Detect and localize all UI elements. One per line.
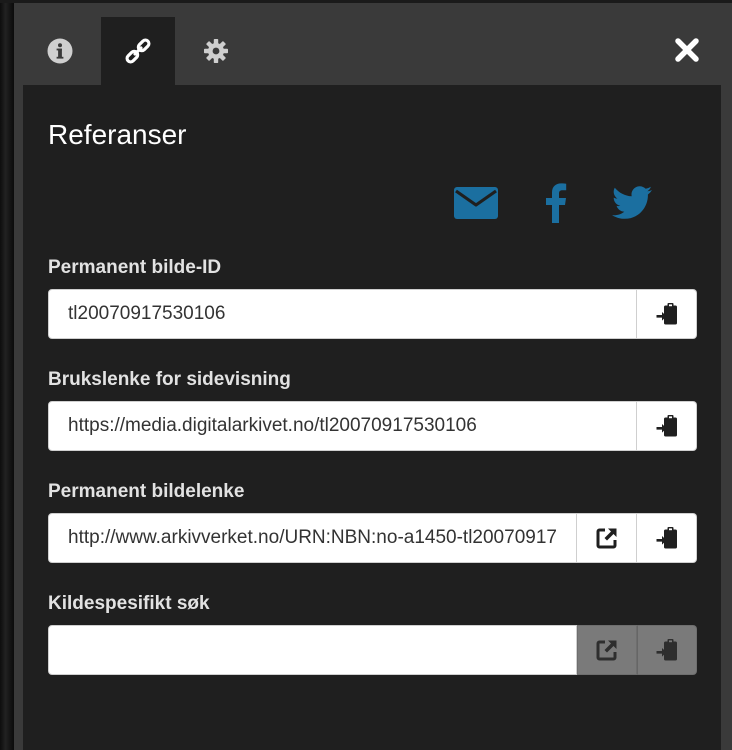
field-label-source-search: Kildespesifikt søk <box>48 593 210 614</box>
tab-references[interactable] <box>101 17 175 85</box>
image-id-group <box>48 289 697 339</box>
source-search-group <box>48 625 697 675</box>
copy-page-view-link-button[interactable] <box>637 401 697 451</box>
share-email-button[interactable] <box>453 183 499 223</box>
clipboard-paste-icon <box>656 527 677 549</box>
clipboard-paste-icon <box>656 415 677 437</box>
page-view-link-input[interactable] <box>48 401 637 451</box>
copy-source-search-button[interactable] <box>637 625 697 675</box>
share-facebook-button[interactable] <box>541 183 571 223</box>
field-label-image-id: Permanent bilde-ID <box>48 257 222 278</box>
tab-bar <box>14 3 732 85</box>
background-image-edge <box>0 0 14 750</box>
field-label-permanent-image-link: Permanent bildelenke <box>48 481 245 502</box>
open-permanent-image-link-button[interactable] <box>577 513 637 563</box>
permanent-image-link-input[interactable] <box>48 513 577 563</box>
facebook-icon <box>546 183 567 223</box>
references-content: Referanser Permanent bilde-ID tl20070917… <box>23 85 721 750</box>
external-link-icon <box>596 640 617 661</box>
image-id-input[interactable] <box>48 289 637 339</box>
clipboard-paste-icon <box>656 639 677 661</box>
page-title: Referanser <box>48 119 187 150</box>
copy-image-id-button[interactable] <box>637 289 697 339</box>
share-twitter-button[interactable] <box>611 183 653 223</box>
copy-permanent-image-link-button[interactable] <box>637 513 697 563</box>
gear-icon <box>204 39 228 63</box>
close-icon <box>675 38 699 62</box>
references-panel: Referanser Permanent bilde-ID tl20070917… <box>14 3 732 750</box>
close-button[interactable] <box>672 35 702 65</box>
email-icon <box>454 187 498 219</box>
open-source-search-button[interactable] <box>577 625 637 675</box>
link-icon <box>125 38 151 64</box>
clipboard-paste-icon <box>656 303 677 325</box>
tab-settings[interactable] <box>179 17 253 85</box>
page-view-link-group <box>48 401 697 451</box>
source-search-input[interactable] <box>48 625 577 675</box>
permanent-image-link-group <box>48 513 697 563</box>
twitter-icon <box>612 186 652 219</box>
field-label-page-view-link: Brukslenke for sidevisning <box>48 369 291 390</box>
external-link-icon <box>596 528 616 549</box>
tab-info[interactable] <box>23 17 97 85</box>
info-icon <box>47 38 73 64</box>
